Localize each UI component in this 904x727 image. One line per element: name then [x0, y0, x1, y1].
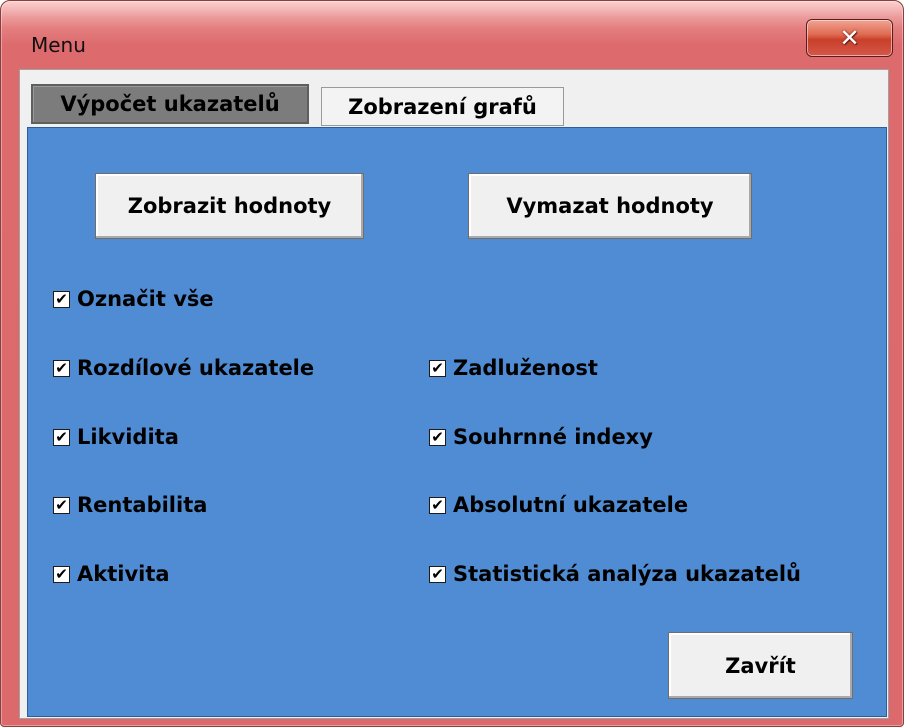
dialog-window: Menu ✕ Výpočet ukazatelů Zobrazení grafů…	[0, 0, 904, 727]
checkbox-absolutni-ukazatele[interactable]: ✔ Absolutní ukazatele	[429, 493, 688, 517]
checkbox-souhrnne-indexy[interactable]: ✔ Souhrnné indexy	[429, 425, 653, 449]
window-title: Menu	[31, 33, 86, 57]
checkbox-check-icon[interactable]: ✔	[53, 496, 70, 514]
window-close-button[interactable]: ✕	[806, 19, 893, 57]
close-button[interactable]: Zavřít	[668, 632, 853, 699]
checkbox-statisticka-analyza[interactable]: ✔ Statistická analýza ukazatelů	[429, 562, 801, 586]
close-icon: ✕	[839, 24, 860, 52]
checkbox-rozdilove-ukazatele[interactable]: ✔ Rozdílové ukazatele	[53, 356, 314, 380]
checkbox-rentabilita[interactable]: ✔ Rentabilita	[53, 493, 207, 517]
checkbox-likvidita[interactable]: ✔ Likvidita	[53, 425, 179, 449]
tab-zobrazeni-grafu[interactable]: Zobrazení grafů	[321, 87, 564, 126]
checkbox-label: Označit vše	[77, 287, 214, 311]
checkbox-label: Absolutní ukazatele	[453, 493, 689, 517]
checkbox-zadluzenost[interactable]: ✔ Zadluženost	[429, 356, 598, 380]
checkbox-label: Likvidita	[77, 425, 179, 449]
checkbox-label: Rozdílové ukazatele	[77, 356, 315, 380]
checkbox-check-icon[interactable]: ✔	[53, 428, 70, 446]
checkbox-label: Rentabilita	[77, 493, 208, 517]
checkbox-select-all[interactable]: ✔ Označit vše	[53, 287, 214, 311]
checkbox-check-icon[interactable]: ✔	[53, 290, 70, 308]
checkbox-check-icon[interactable]: ✔	[429, 428, 446, 446]
checkbox-check-icon[interactable]: ✔	[53, 359, 70, 377]
checkbox-check-icon[interactable]: ✔	[429, 359, 446, 377]
checkbox-check-icon[interactable]: ✔	[429, 565, 446, 583]
checkbox-label: Zadluženost	[453, 356, 598, 380]
checkbox-label: Statistická analýza ukazatelů	[453, 562, 801, 586]
title-bar[interactable]	[1, 1, 903, 29]
checkbox-check-icon[interactable]: ✔	[429, 496, 446, 514]
checkbox-label: Souhrnné indexy	[453, 425, 653, 449]
clear-values-button[interactable]: Vymazat hodnoty	[468, 173, 752, 239]
checkbox-label: Aktivita	[77, 562, 170, 586]
show-values-button[interactable]: Zobrazit hodnoty	[95, 173, 364, 239]
checkbox-check-icon[interactable]: ✔	[53, 565, 70, 583]
checkbox-aktivita[interactable]: ✔ Aktivita	[53, 562, 170, 586]
tab-vypocet-ukazatelu[interactable]: Výpočet ukazatelů	[31, 84, 309, 124]
